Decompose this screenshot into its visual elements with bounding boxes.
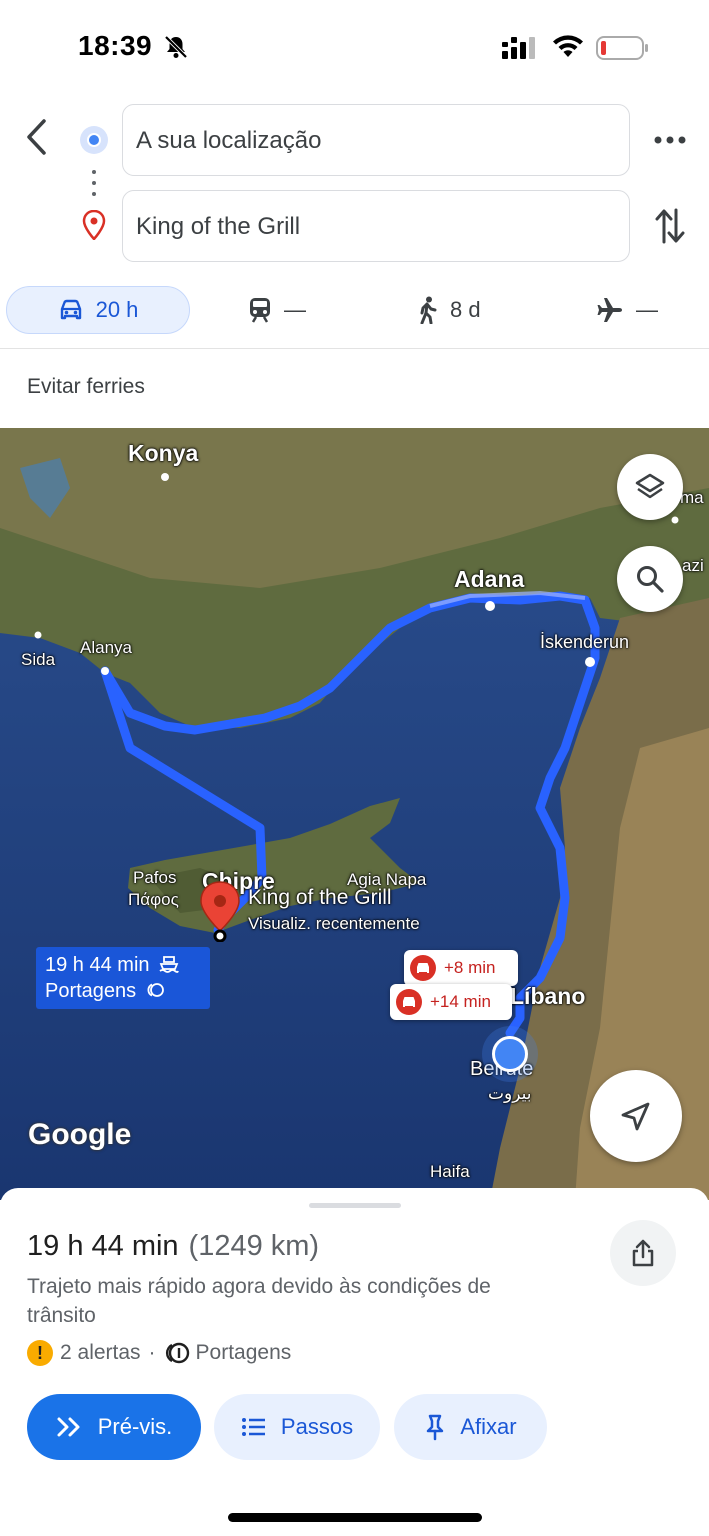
map-label-adana: Adana (454, 566, 525, 592)
battery-low-icon (596, 36, 648, 60)
bell-off-icon (164, 35, 188, 59)
map-label-iskenderun: İskenderun (540, 632, 630, 652)
steps-label: Passos (280, 1414, 354, 1439)
route-summary: 19 h 44 min (1249 km) (27, 1230, 319, 1263)
destination-marker-icon[interactable] (198, 880, 242, 942)
callout-tolls: Portagens (45, 980, 137, 1002)
route-duration: 19 h 44 min (27, 1230, 179, 1262)
status-bar: 18:39 (0, 0, 709, 96)
share-icon (632, 1239, 654, 1267)
mode-car-value: 20 h (95, 297, 139, 322)
map-label-edge-1: ma (680, 488, 704, 507)
alert-icon: ! (27, 1340, 53, 1366)
route-distance: (1249 km) (188, 1230, 320, 1262)
mode-flight-tab[interactable]: — (596, 286, 658, 334)
recenter-button[interactable] (590, 1070, 682, 1162)
search-icon (637, 566, 664, 593)
walk-icon (420, 296, 437, 324)
ferry-icon (159, 956, 179, 973)
wifi-icon (553, 35, 583, 57)
double-chevron-icon (57, 1417, 80, 1437)
navigation-arrow-icon (621, 1102, 650, 1131)
traffic-car-icon (410, 955, 436, 981)
alerts-link[interactable]: 2 alertas (60, 1341, 141, 1365)
toll-icon (165, 1342, 189, 1364)
route-connector-dots (90, 170, 98, 198)
map-view[interactable]: Konya Adana İskenderun Alanya Sida Pafos… (0, 428, 709, 1200)
map-label-konya: Konya (128, 440, 199, 466)
route-description: Trajeto mais rápido agora devido às cond… (27, 1275, 491, 1327)
traffic-delay-2: +14 min (430, 992, 491, 1011)
toll-icon (147, 983, 164, 997)
map-label-haifa: Haifa (430, 1162, 470, 1181)
search-along-route-button[interactable] (617, 546, 683, 612)
mode-walk-value: 8 d (450, 297, 481, 322)
origin-location-icon (80, 126, 108, 154)
route-time-callout[interactable]: 19 h 44 min Portagens (36, 947, 210, 1009)
avoid-ferries-option[interactable]: Evitar ferries (27, 375, 145, 399)
divider (0, 348, 709, 349)
status-time: 18:39 (78, 30, 153, 61)
map-label-edge-2: azi (682, 556, 704, 575)
destination-place-subtitle: Visualiz. recentemente (248, 914, 420, 933)
map-label-alanya: Alanya (80, 638, 132, 657)
pin-label: Afixar (460, 1414, 517, 1439)
map-label-sida: Sida (21, 650, 56, 669)
travel-mode-bar: 20 h — 8 d — (0, 286, 709, 338)
current-location-dot (492, 1036, 528, 1072)
steps-button[interactable]: Passos (214, 1394, 380, 1460)
preview-button[interactable]: Pré-vis. (27, 1394, 201, 1460)
signal-icon (502, 37, 535, 59)
sheet-drag-handle[interactable] (309, 1203, 401, 1208)
origin-input[interactable]: A sua localização (122, 104, 630, 176)
destination-input[interactable]: King of the Grill (122, 190, 630, 262)
layers-button[interactable] (617, 454, 683, 520)
back-arrow-icon[interactable] (20, 115, 56, 159)
route-summary-sheet: 19 h 44 min (1249 km) Trajeto mais rápido… (0, 1188, 709, 1536)
mode-transit-value: — (284, 297, 306, 322)
layers-icon (635, 473, 665, 499)
mode-car-tab[interactable]: 20 h (6, 286, 190, 334)
train-icon (250, 298, 270, 323)
mode-transit-tab[interactable]: — (248, 286, 306, 334)
callout-time: 19 h 44 min (45, 954, 150, 976)
swap-icon[interactable] (652, 204, 688, 248)
destination-place-name[interactable]: King of the Grill (248, 886, 392, 910)
preview-label: Pré-vis. (97, 1414, 173, 1439)
mode-flight-value: — (636, 297, 658, 322)
google-logo: Google (28, 1118, 132, 1151)
more-options-icon[interactable] (650, 124, 690, 156)
map-label-pafos: Pafos (133, 868, 177, 887)
mode-walk-tab[interactable]: 8 d (416, 286, 481, 334)
pin-icon (427, 1414, 444, 1441)
map-label-beirute-arabic: بيروت (488, 1084, 532, 1103)
traffic-car-icon (396, 989, 422, 1015)
destination-pin-icon (82, 210, 106, 240)
map-label-libano: Líbano (510, 983, 586, 1009)
separator: · (148, 1341, 156, 1364)
tolls-text: Portagens (195, 1341, 292, 1364)
home-indicator (228, 1513, 482, 1522)
route-info-line: ! 2 alertas · Portagens (27, 1340, 291, 1366)
traffic-delay-1: +8 min (444, 958, 496, 977)
car-icon (60, 299, 81, 320)
traffic-delay-badge[interactable]: +8 min (404, 950, 518, 986)
list-icon (241, 1418, 265, 1436)
airplane-icon (597, 298, 622, 322)
share-button[interactable] (610, 1220, 676, 1286)
traffic-delay-badge[interactable]: +14 min (390, 984, 512, 1020)
pin-button[interactable]: Afixar (394, 1394, 547, 1460)
map-label-pafos-greek: Πάφος (128, 890, 179, 909)
